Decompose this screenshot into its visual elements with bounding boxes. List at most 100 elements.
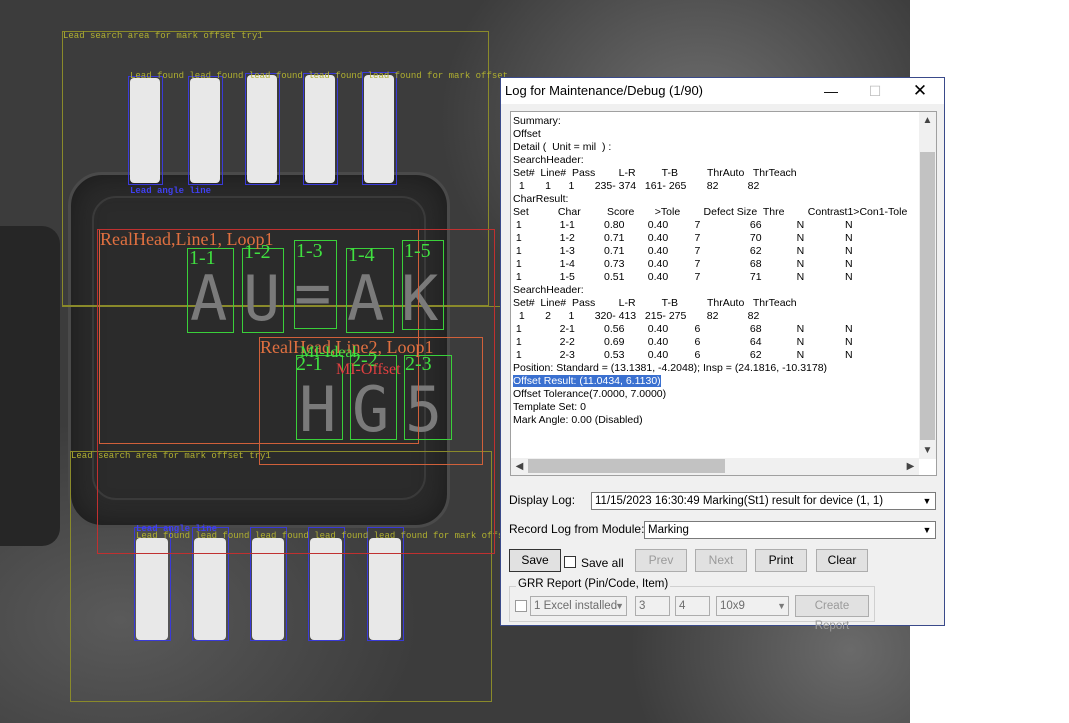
- char-label: 1-4: [348, 244, 375, 266]
- chevron-down-icon[interactable]: ▼: [918, 493, 935, 509]
- scroll-left-icon[interactable]: ◀: [511, 458, 528, 475]
- log-line: SearchHeader:: [513, 284, 917, 297]
- grr-report-label: GRR Report (Pin/Code, Item): [516, 578, 671, 590]
- log-line-text: 1 2-3 0.53 0.40 6 62 N N: [513, 349, 853, 361]
- log-line-text: 1 1-4 0.73 0.40 7 68 N N: [513, 258, 853, 270]
- log-line: 1 2 1 320- 413 215- 275 82 82: [513, 310, 917, 323]
- save-all-label: Save all: [581, 556, 624, 570]
- create-report-button[interactable]: Create Report: [795, 595, 869, 632]
- display-log-value: 11/15/2023 16:30:49 Marking(St1) result …: [595, 495, 884, 507]
- log-line-text: CharResult:: [513, 193, 569, 205]
- prev-button[interactable]: Prev: [635, 549, 687, 572]
- log-line: Offset Result: (11.0434, 6.1130): [513, 375, 917, 388]
- display-log-label: Display Log:: [509, 493, 576, 507]
- chevron-down-icon[interactable]: ▼: [615, 597, 624, 615]
- log-line-text: Offset Result: (11.0434, 6.1130): [513, 375, 661, 387]
- grr-grid-value: 10x9: [720, 600, 745, 612]
- log-line: SearchHeader:: [513, 154, 917, 167]
- log-line-text: SearchHeader:: [513, 154, 584, 166]
- log-line-text: Set Char Score >Tole Defect Size Thre Co…: [513, 206, 908, 218]
- log-line: 1 1-1 0.80 0.40 7 66 N N: [513, 219, 917, 232]
- log-line: 1 2-3 0.53 0.40 6 62 N N: [513, 349, 917, 362]
- log-line: Set# Line# Pass L-R T-B ThrAuto ThrTeach: [513, 167, 917, 180]
- log-line-text: Offset Tolerance(7.0000, 7.0000): [513, 388, 667, 400]
- log-line: CharResult:: [513, 193, 917, 206]
- dialog-title: Log for Maintenance/Debug (1/90): [505, 83, 704, 98]
- log-line-text: 1 2 1 320- 413 215- 275 82 82: [513, 310, 760, 322]
- mi-offset-label: MI-Offset: [336, 361, 401, 378]
- log-line-text: Mark Angle: 0.00 (Disabled): [513, 414, 643, 426]
- log-text-area[interactable]: Summary: Offset Detail ( Unit = mil ) : Sea…: [510, 111, 937, 476]
- char-label: 2-3: [405, 353, 432, 375]
- scroll-up-icon[interactable]: ▲: [919, 112, 936, 129]
- horizontal-scroll-thumb[interactable]: [528, 459, 725, 473]
- log-line-text: Template Set: 0: [513, 401, 586, 413]
- grr-field-2[interactable]: 4: [675, 596, 710, 616]
- log-line: Summary:: [513, 115, 917, 128]
- log-line: 1 1 1 235- 374 161- 265 82 82: [513, 180, 917, 193]
- log-line: Mark Angle: 0.00 (Disabled): [513, 414, 917, 427]
- log-line-text: 1 1-2 0.71 0.40 7 70 N N: [513, 232, 853, 244]
- close-icon[interactable]: ✕: [900, 80, 940, 102]
- log-line-text: 1 1 1 235- 374 161- 265 82 82: [513, 180, 760, 192]
- next-button[interactable]: Next: [695, 549, 747, 572]
- log-line: 1 1-4 0.73 0.40 7 68 N N: [513, 258, 917, 271]
- log-line: Position: Standard = (13.1381, -4.2048);…: [513, 362, 917, 375]
- clear-button[interactable]: Clear: [816, 549, 868, 572]
- title-bar[interactable]: Log for Maintenance/Debug (1/90) — ☐ ✕: [501, 78, 944, 104]
- log-line-text: 1 1-5 0.51 0.40 7 71 N N: [513, 271, 853, 283]
- adjacent-device: [0, 226, 60, 546]
- log-line-text: Summary:: [513, 115, 561, 127]
- log-line: Set# Line# Pass L-R T-B ThrAuto ThrTeach: [513, 297, 917, 310]
- lead-search-label-top: Lead search area for mark offset try1: [63, 31, 263, 41]
- record-log-select[interactable]: Marking ▼: [644, 521, 936, 539]
- grr-excel-select[interactable]: 1 Excel installed ▼: [530, 596, 627, 616]
- display-log-select[interactable]: 11/15/2023 16:30:49 Marking(St1) result …: [591, 492, 936, 510]
- char-label: 1-5: [404, 240, 431, 262]
- scroll-down-icon[interactable]: ▼: [919, 442, 936, 459]
- char-label: 1-3: [296, 240, 323, 262]
- log-line: Set Char Score >Tole Defect Size Thre Co…: [513, 206, 917, 219]
- log-line: 1 1-3 0.71 0.40 7 62 N N: [513, 245, 917, 258]
- log-line: Offset Tolerance(7.0000, 7.0000): [513, 388, 917, 401]
- log-lines: Summary: Offset Detail ( Unit = mil ) : Sea…: [513, 115, 917, 427]
- char-label: 1-2: [244, 241, 271, 263]
- log-line: Template Set: 0: [513, 401, 917, 414]
- horizontal-scrollbar[interactable]: ◀ ▶: [511, 458, 919, 475]
- vertical-scroll-thumb[interactable]: [920, 152, 935, 440]
- log-line: 1 1-5 0.51 0.40 7 71 N N: [513, 271, 917, 284]
- minimize-icon[interactable]: —: [811, 80, 851, 102]
- scroll-right-icon[interactable]: ▶: [902, 458, 919, 475]
- log-line-text: SearchHeader:: [513, 284, 584, 296]
- log-line-text: 1 2-2 0.69 0.40 6 64 N N: [513, 336, 853, 348]
- log-line: 1 2-1 0.56 0.40 6 68 N N: [513, 323, 917, 336]
- log-line-text: 1 1-1 0.80 0.40 7 66 N N: [513, 219, 853, 231]
- record-log-value: Marking: [648, 524, 689, 536]
- grr-checkbox[interactable]: [515, 600, 527, 612]
- log-line-text: 1 1-3 0.71 0.40 7 62 N N: [513, 245, 853, 257]
- lead-angle-label-top: Lead angle line: [130, 186, 212, 196]
- log-line: Offset: [513, 128, 917, 141]
- grr-field-1[interactable]: 3: [635, 596, 670, 616]
- lead-found-label-top: Lead found lead found lead found lead fo…: [130, 71, 509, 81]
- chevron-down-icon[interactable]: ▼: [918, 522, 935, 538]
- print-button[interactable]: Print: [755, 549, 807, 572]
- save-button[interactable]: Save: [509, 549, 561, 572]
- log-line-text: 1 2-1 0.56 0.40 6 68 N N: [513, 323, 853, 335]
- maximize-icon[interactable]: ☐: [855, 80, 895, 102]
- log-line: 1 2-2 0.69 0.40 6 64 N N: [513, 336, 917, 349]
- record-log-label: Record Log from Module:: [509, 522, 645, 536]
- log-line: Detail ( Unit = mil ) :: [513, 141, 917, 154]
- log-line: 1 1-2 0.71 0.40 7 70 N N: [513, 232, 917, 245]
- save-all-checkbox[interactable]: [564, 556, 576, 568]
- log-line-text: Detail ( Unit = mil ) :: [513, 141, 612, 153]
- log-debug-dialog: Log for Maintenance/Debug (1/90) — ☐ ✕ S…: [500, 77, 945, 632]
- grr-excel-value: 1 Excel installed: [534, 600, 618, 612]
- log-line-text: Position: Standard = (13.1381, -4.2048);…: [513, 362, 828, 374]
- mi-ideal-label: MI-Ideal: [300, 344, 357, 361]
- log-line-text: Set# Line# Pass L-R T-B ThrAuto ThrTeach: [513, 297, 797, 309]
- grr-grid-select[interactable]: 10x9 ▼: [716, 596, 789, 616]
- char-label: 1-1: [189, 247, 216, 269]
- chevron-down-icon[interactable]: ▼: [777, 597, 786, 615]
- vertical-scrollbar[interactable]: ▲ ▼: [919, 112, 936, 459]
